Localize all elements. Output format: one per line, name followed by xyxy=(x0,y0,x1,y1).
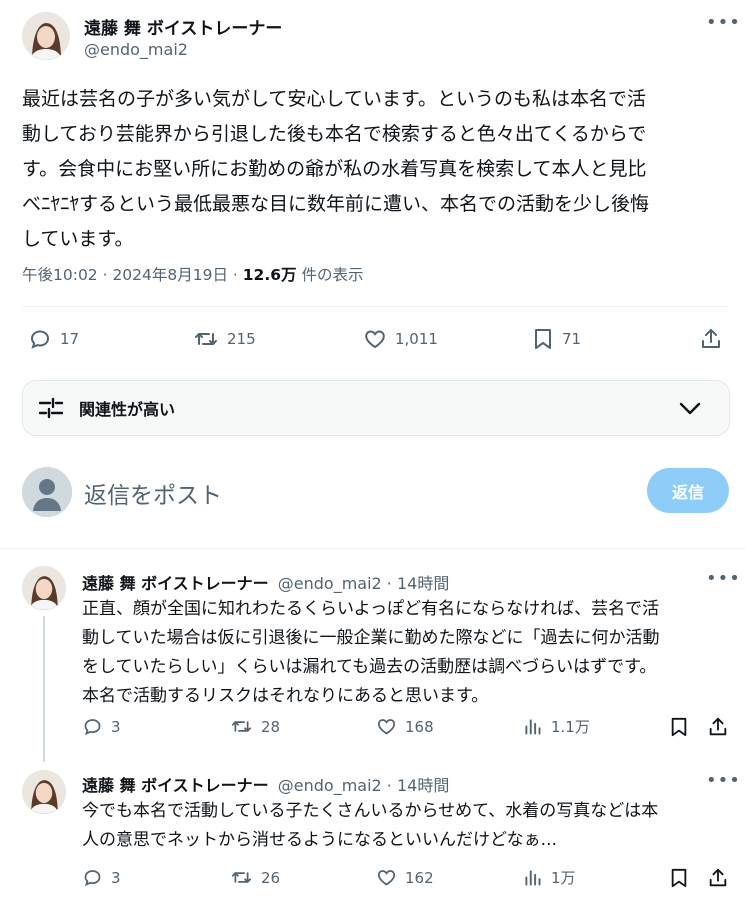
analytics-icon xyxy=(525,719,541,735)
sort-label: 関連性が高い xyxy=(79,400,176,419)
like-count: 162 xyxy=(405,868,434,887)
view-count: 1万 xyxy=(551,869,576,887)
heart-icon xyxy=(365,330,385,349)
reply-line: 動していた場合は仮に引退後に一般企業に勤めた際などに「過去に何か活動 xyxy=(82,628,660,648)
reply-line: 人の意思でネットから消せるようになるといいんだけどなぁ... xyxy=(82,830,557,850)
reply-author-avatar[interactable] xyxy=(22,566,66,610)
like-count: 168 xyxy=(405,717,434,736)
tweet-line: しています。 xyxy=(22,228,134,250)
retweet-button[interactable]: 28 xyxy=(230,716,280,737)
tweet-meta: 午後10:02 · 2024年8月19日 · 12.6万 件の表示 xyxy=(22,263,363,285)
reply-submit-button[interactable]: 返信 xyxy=(647,468,729,513)
bookmark-icon xyxy=(671,868,687,888)
retweet-button[interactable]: 26 xyxy=(230,867,280,888)
bookmark-icon xyxy=(671,717,687,737)
retweet-count: 28 xyxy=(261,717,281,736)
view-count: 12.6万 xyxy=(242,266,297,284)
reply-author-name[interactable]: 遠藤 舞 ボイストレーナー xyxy=(82,776,269,795)
reply-line: をしていたらしい」くらいは漏れても過去の活動歴は調べづらいはずです。 xyxy=(82,657,657,677)
reply-body: 今でも本名で活動している子たくさんいるからせめて、水着の写真などは本 人の意思で… xyxy=(82,797,732,855)
share-icon xyxy=(702,329,720,348)
reply-count: 17 xyxy=(60,330,80,348)
more-options-icon[interactable]: ••• xyxy=(706,12,741,33)
share-button[interactable] xyxy=(707,716,729,738)
bookmark-icon xyxy=(535,329,551,349)
views-button[interactable]: 1.1万 xyxy=(522,716,590,737)
reply-count: 3 xyxy=(111,868,121,887)
reply-line: 正直、顔が全国に知れわたるくらいよっぽど有名にならなければ、芸名で活 xyxy=(82,599,660,619)
tweet-body: 最近は芸名の子が多い気がして安心しています。というのも私は本名で活 動しており芸… xyxy=(22,82,732,257)
like-count: 1,011 xyxy=(395,330,438,348)
author-handle[interactable]: @endo_mai2 xyxy=(84,40,188,59)
sort-sliders-icon xyxy=(38,397,64,419)
retweet-icon xyxy=(231,872,252,883)
retweet-count: 215 xyxy=(227,330,256,348)
divider xyxy=(0,548,745,549)
heart-icon xyxy=(377,870,396,886)
more-options-icon[interactable]: ••• xyxy=(706,568,741,589)
share-button[interactable] xyxy=(707,867,729,889)
more-options-icon[interactable]: ••• xyxy=(706,770,741,791)
thread-connector xyxy=(43,616,45,762)
reply-author-handle[interactable]: @endo_mai2 xyxy=(278,574,382,593)
reply-header: 遠藤 舞 ボイストレーナー @endo_mai2 · 14時間 xyxy=(82,776,450,795)
tweet-line: 最近は芸名の子が多い気がして安心しています。というのも私は本名で活 xyxy=(22,88,646,110)
timestamp[interactable]: 午後10:02 · 2024年8月19日 · xyxy=(22,266,243,284)
tweet-line: す。会食中にお堅い所にお勤めの爺が私の水着写真を検索して本人と見比 xyxy=(22,158,647,180)
tweet-line: べﾆﾔﾆﾔするという最低最悪な目に数年前に遭い、本名での活動を少し後悔 xyxy=(22,193,650,215)
reply-author-avatar[interactable] xyxy=(22,770,66,814)
reply-author-name[interactable]: 遠藤 舞 ボイストレーナー xyxy=(82,574,269,593)
reply-input[interactable]: 返信をポスト xyxy=(84,476,222,510)
author-avatar[interactable] xyxy=(22,12,70,60)
share-icon xyxy=(709,717,727,736)
author-name[interactable]: 遠藤 舞 ボイストレーナー xyxy=(84,14,282,39)
reply-icon xyxy=(84,719,101,736)
like-button[interactable]: 1,011 xyxy=(363,327,438,351)
reply-count: 3 xyxy=(111,717,121,736)
user-avatar-placeholder xyxy=(22,467,72,517)
reply-header: 遠藤 舞 ボイストレーナー @endo_mai2 · 14時間 xyxy=(82,574,450,593)
like-button[interactable]: 168 xyxy=(376,716,434,737)
reply-author-handle[interactable]: @endo_mai2 xyxy=(278,776,382,795)
retweet-button[interactable]: 215 xyxy=(193,327,256,351)
reply-button[interactable]: 3 xyxy=(82,867,121,888)
reply-icon xyxy=(30,330,50,349)
view-count: 1.1万 xyxy=(551,718,590,736)
reply-body: 正直、顔が全国に知れわたるくらいよっぽど有名にならなければ、芸名で活 動していた… xyxy=(82,595,732,711)
bookmark-button[interactable] xyxy=(669,867,689,889)
chevron-down-icon xyxy=(679,402,701,415)
reply-button[interactable]: 17 xyxy=(28,327,79,351)
retweet-icon xyxy=(231,721,252,732)
reply-icon xyxy=(84,870,101,887)
views-button[interactable]: 1万 xyxy=(522,867,576,888)
bookmark-button[interactable] xyxy=(669,716,689,738)
reply-sort-selector[interactable]: 関連性が高い xyxy=(22,380,730,436)
bookmark-count: 71 xyxy=(562,330,582,348)
divider xyxy=(22,306,728,307)
reply-time[interactable]: 14時間 xyxy=(397,574,449,593)
view-label: 件の表示 xyxy=(296,266,364,284)
reply-line: 本名で活動するリスクはそれなりにあると思います。 xyxy=(82,686,489,706)
bookmark-button[interactable]: 71 xyxy=(532,327,581,351)
reply-button[interactable]: 3 xyxy=(82,716,121,737)
share-button[interactable] xyxy=(699,327,723,351)
retweet-icon xyxy=(195,333,217,345)
retweet-count: 26 xyxy=(261,868,281,887)
tweet-line: 動しており芸能界から引退した後も本名で検索すると色々出てくるからで xyxy=(22,123,647,145)
reply-line: 今でも本名で活動している子たくさんいるからせめて、水着の写真などは本 xyxy=(82,801,659,821)
share-icon xyxy=(709,868,727,887)
heart-icon xyxy=(377,719,396,735)
like-button[interactable]: 162 xyxy=(376,867,434,888)
reply-time[interactable]: 14時間 xyxy=(397,776,449,795)
analytics-icon xyxy=(525,870,541,886)
